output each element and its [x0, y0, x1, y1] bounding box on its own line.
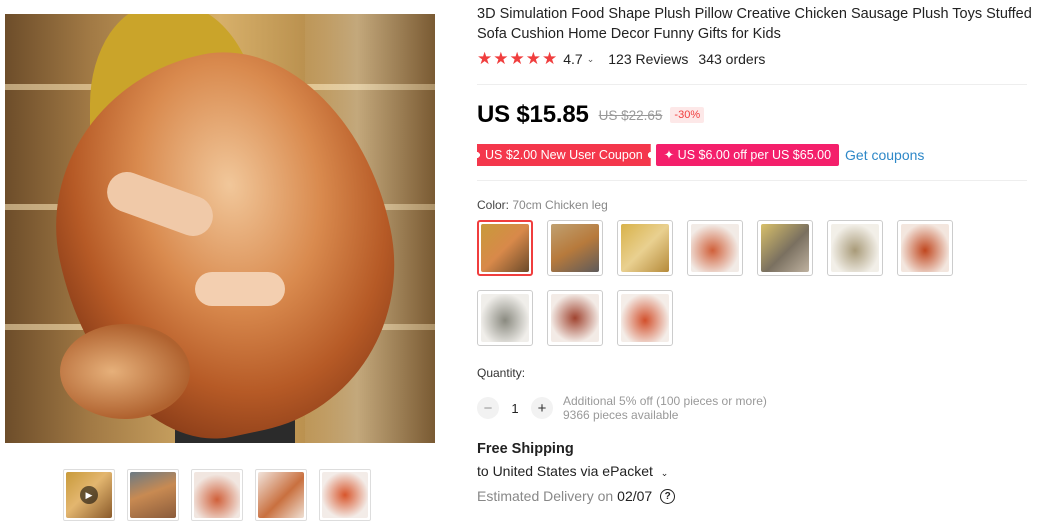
star-icon: ★ [493, 49, 509, 68]
color-label-text: Color: [477, 198, 510, 212]
play-icon: ▶ [80, 486, 98, 504]
estimated-delivery: Estimated Delivery on 02/07 ? [477, 488, 676, 504]
product-title: 3D Simulation Food Shape Plush Pillow Cr… [477, 6, 1032, 42]
stock-available: 9366 pieces available [563, 408, 679, 422]
quantity-plus-button[interactable]: + [531, 397, 553, 419]
discount-badge: -30% [670, 107, 705, 123]
star-icon: ★ [509, 49, 525, 68]
bulk-discount-note: Additional 5% off (100 pieces or more) [563, 394, 767, 408]
shipping-destination-text[interactable]: to United States via ePacket [477, 463, 653, 479]
question-circle-icon[interactable]: ? [660, 488, 676, 504]
coupon-row: US $2.00 New User Coupon ✦ US $6.00 off … [477, 144, 924, 166]
hand [195, 272, 285, 306]
original-price: US $22.65 [598, 107, 663, 123]
color-swatch[interactable] [477, 220, 533, 276]
star-icon: ★ [525, 49, 541, 68]
shipping-destination[interactable]: to United States via ePacket ⌄ [477, 463, 668, 479]
get-coupons-link[interactable]: Get coupons [845, 147, 924, 163]
quantity-input[interactable]: 1 [499, 401, 531, 416]
gallery-thumbnail[interactable] [319, 469, 371, 521]
gallery-thumbnail[interactable] [191, 469, 243, 521]
quantity-minus-button[interactable]: − [477, 397, 499, 419]
star-icon: ★ [477, 49, 493, 68]
rating-score[interactable]: 4.7 [563, 51, 582, 67]
quantity-stepper: − 1 + Additional 5% off (100 pieces or m… [477, 394, 767, 422]
color-label: Color: 70cm Chicken leg [477, 198, 608, 212]
color-swatch[interactable] [617, 290, 673, 346]
reviews-link[interactable]: 123 Reviews [608, 51, 688, 67]
color-swatch[interactable] [477, 290, 533, 346]
gallery-thumbnail[interactable] [127, 469, 179, 521]
color-swatch[interactable] [757, 220, 813, 276]
gallery-thumbnails: ▶ [63, 469, 371, 521]
orders-count: 343 orders [698, 51, 766, 67]
main-product-image[interactable] [5, 14, 435, 443]
color-swatch[interactable] [897, 220, 953, 276]
chevron-down-icon[interactable]: ⌄ [587, 54, 595, 65]
divider [477, 180, 1027, 181]
quantity-info: Additional 5% off (100 pieces or more) 9… [563, 394, 767, 422]
estimated-delivery-date: 02/07 [617, 488, 653, 504]
store-coupon[interactable]: ✦ US $6.00 off per US $65.00 [655, 144, 840, 166]
price-row: US $15.85 US $22.65 -30% [477, 101, 705, 129]
star-icon: ★ [542, 49, 558, 68]
chevron-down-icon[interactable]: ⌄ [661, 468, 669, 478]
color-swatch[interactable] [547, 290, 603, 346]
current-price: US $15.85 [477, 101, 589, 128]
color-swatch[interactable] [617, 220, 673, 276]
gallery-thumbnail[interactable]: ▶ [63, 469, 115, 521]
new-user-coupon[interactable]: US $2.00 New User Coupon [477, 144, 651, 166]
color-swatch[interactable] [687, 220, 743, 276]
rating-row: ★ ★ ★ ★ ★ 4.7 ⌄ 123 Reviews 343 orders [477, 50, 765, 68]
shipping-title: Free Shipping [477, 441, 574, 457]
quantity-label: Quantity: [477, 366, 526, 380]
selected-color-name: 70cm Chicken leg [512, 198, 608, 212]
color-swatch[interactable] [547, 220, 603, 276]
gallery-thumbnail[interactable] [255, 469, 307, 521]
color-swatch[interactable] [827, 220, 883, 276]
estimated-delivery-label: Estimated Delivery on [477, 488, 614, 504]
divider [477, 84, 1027, 85]
chicken-leg-bone [60, 324, 190, 419]
star-rating: ★ ★ ★ ★ ★ [477, 50, 557, 68]
